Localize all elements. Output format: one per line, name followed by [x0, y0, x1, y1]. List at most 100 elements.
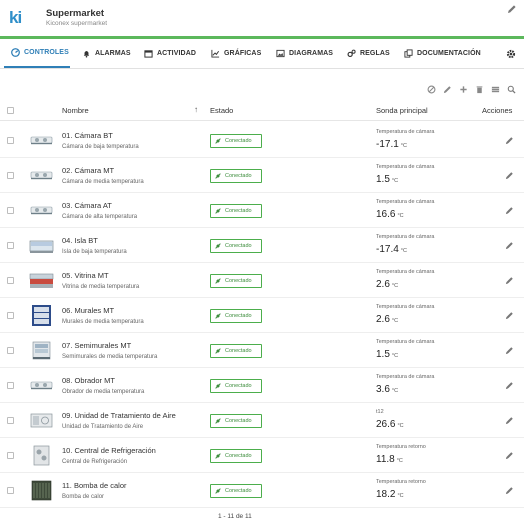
- tab-actividad[interactable]: ACTIVIDAD: [144, 39, 196, 68]
- edit-pencil-icon[interactable]: [505, 381, 514, 390]
- gear-icon[interactable]: [506, 49, 516, 59]
- row-checkbox[interactable]: [7, 277, 14, 284]
- device-name[interactable]: 03. Cámara AT: [62, 201, 112, 210]
- probe-label: Temperatura retorno: [376, 479, 426, 485]
- table-row[interactable]: 08. Obrador MT Obrador de media temperat…: [0, 368, 524, 403]
- edit-pencil-icon[interactable]: [505, 451, 514, 460]
- probe-label: Temperatura de cámara: [376, 374, 435, 380]
- table-row[interactable]: 01. Cámara BT Cámara de baja temperatura…: [0, 123, 524, 158]
- plus-icon[interactable]: [459, 85, 468, 94]
- device-name[interactable]: 10. Central de Refrigeración: [62, 446, 156, 455]
- row-checkbox[interactable]: [7, 312, 14, 319]
- tab-reglas[interactable]: REGLAS: [347, 39, 390, 68]
- row-checkbox[interactable]: [7, 137, 14, 144]
- tab-documentacion[interactable]: DOCUMENTACIÓN: [404, 39, 481, 68]
- tab-label: GRÁFICAS: [224, 50, 262, 57]
- row-checkbox[interactable]: [7, 382, 14, 389]
- status-text: Conectado: [225, 243, 252, 249]
- probe-number: 11.8: [376, 454, 395, 465]
- select-all-checkbox[interactable]: [7, 107, 14, 114]
- device-description: Bomba de calor: [62, 494, 105, 500]
- device-description: Cámara de alta temperatura: [62, 214, 138, 220]
- bell-icon: [83, 51, 90, 58]
- edit-pencil-icon[interactable]: [505, 486, 514, 495]
- row-checkbox[interactable]: [7, 487, 14, 494]
- probe-unit: °C: [400, 248, 407, 254]
- table-row[interactable]: 03. Cámara AT Cámara de alta temperatura…: [0, 193, 524, 228]
- device-name[interactable]: 08. Obrador MT: [62, 376, 115, 385]
- probe-label: Temperatura de cámara: [376, 199, 435, 205]
- main-nav: CONTROLES ALARMAS ACTIVIDAD GRÁFICAS DIA…: [0, 39, 524, 69]
- probe-number: 3.6: [376, 384, 390, 395]
- device-name[interactable]: 01. Cámara BT: [62, 131, 113, 140]
- list-view-icon[interactable]: [491, 85, 500, 94]
- row-checkbox[interactable]: [7, 347, 14, 354]
- device-name[interactable]: 09. Unidad de Tratamiento de Aire: [62, 411, 176, 420]
- row-checkbox[interactable]: [7, 417, 14, 424]
- plug-icon: [215, 453, 221, 459]
- probe-unit: °C: [397, 213, 404, 219]
- bulk-edit-icon[interactable]: [443, 85, 452, 94]
- edit-pencil-icon[interactable]: [505, 206, 514, 215]
- sort-arrow-icon[interactable]: ↑: [194, 105, 198, 114]
- device-description: Semimurales de media temperatura: [62, 354, 158, 360]
- table-row[interactable]: 06. Murales MT Murales de media temperat…: [0, 298, 524, 333]
- calendar-icon: [144, 50, 153, 58]
- edit-pencil-icon[interactable]: [505, 241, 514, 250]
- kiconex-logo[interactable]: ki: [9, 8, 27, 28]
- search-icon[interactable]: [507, 85, 516, 94]
- probe-unit: °C: [391, 388, 399, 394]
- table-row[interactable]: 10. Central de Refrigeración Central de …: [0, 438, 524, 473]
- edit-pencil-icon[interactable]: [505, 311, 514, 320]
- tab-graficas[interactable]: GRÁFICAS: [211, 39, 261, 68]
- probe-value: 2.6 °C: [376, 314, 398, 325]
- status-text: Conectado: [225, 313, 252, 319]
- table-row[interactable]: 11. Bomba de calor Bomba de calor Conect…: [0, 473, 524, 508]
- device-thumbnail: [31, 480, 52, 501]
- probe-unit: °C: [391, 283, 399, 289]
- probe-unit: °C: [391, 178, 399, 184]
- device-name[interactable]: 11. Bomba de calor: [62, 481, 126, 490]
- device-name[interactable]: 02. Cámara MT: [62, 166, 114, 175]
- tab-controles[interactable]: CONTROLES: [4, 39, 70, 68]
- trash-icon[interactable]: [475, 85, 484, 94]
- device-description: Murales de media temperatura: [62, 319, 144, 325]
- edit-pencil-icon[interactable]: [505, 416, 514, 425]
- table-row[interactable]: 04. Isla BT Isla de baja temperatura Con…: [0, 228, 524, 263]
- ban-icon[interactable]: [427, 85, 436, 94]
- status-text: Conectado: [225, 138, 252, 144]
- plug-icon: [215, 383, 221, 389]
- edit-pencil-icon[interactable]: [505, 171, 514, 180]
- probe-value: 11.8 °C: [376, 454, 403, 465]
- row-checkbox[interactable]: [7, 242, 14, 249]
- probe-value: 16.6 °C: [376, 209, 404, 220]
- probe-label: Temperatura de cámara: [376, 234, 435, 240]
- edit-pencil-icon[interactable]: [505, 136, 514, 145]
- probe-label: Temperatura de cámara: [376, 339, 435, 345]
- edit-pencil-icon[interactable]: [505, 276, 514, 285]
- device-thumbnail: [30, 171, 53, 180]
- table-row[interactable]: 07. Semimurales MT Semimurales de media …: [0, 333, 524, 368]
- cogs-icon: [347, 49, 356, 58]
- device-name[interactable]: 05. Vitrina MT: [62, 271, 109, 280]
- table-row[interactable]: 05. Vitrina MT Vitrina de media temperat…: [0, 263, 524, 298]
- pencil-icon[interactable]: [507, 4, 517, 14]
- plug-icon: [215, 313, 221, 319]
- row-checkbox[interactable]: [7, 172, 14, 179]
- column-header-name[interactable]: Nombre: [62, 106, 89, 115]
- row-checkbox[interactable]: [7, 207, 14, 214]
- table-row[interactable]: 09. Unidad de Tratamiento de Aire Unidad…: [0, 403, 524, 438]
- device-thumbnail: [32, 341, 51, 360]
- device-name[interactable]: 07. Semimurales MT: [62, 341, 131, 350]
- device-description: Obrador de media temperatura: [62, 389, 145, 395]
- edit-pencil-icon[interactable]: [505, 346, 514, 355]
- probe-label: Temperatura de cámara: [376, 304, 435, 310]
- table-header: Nombre ↑ Estado Sonda principal Acciones: [0, 101, 524, 121]
- row-checkbox[interactable]: [7, 452, 14, 459]
- device-name[interactable]: 04. Isla BT: [62, 236, 98, 245]
- table-row[interactable]: 02. Cámara MT Cámara de media temperatur…: [0, 158, 524, 193]
- tab-alarmas[interactable]: ALARMAS: [82, 39, 131, 68]
- device-name[interactable]: 06. Murales MT: [62, 306, 114, 315]
- tab-diagramas[interactable]: DIAGRAMAS: [276, 39, 333, 68]
- status-text: Conectado: [225, 173, 252, 179]
